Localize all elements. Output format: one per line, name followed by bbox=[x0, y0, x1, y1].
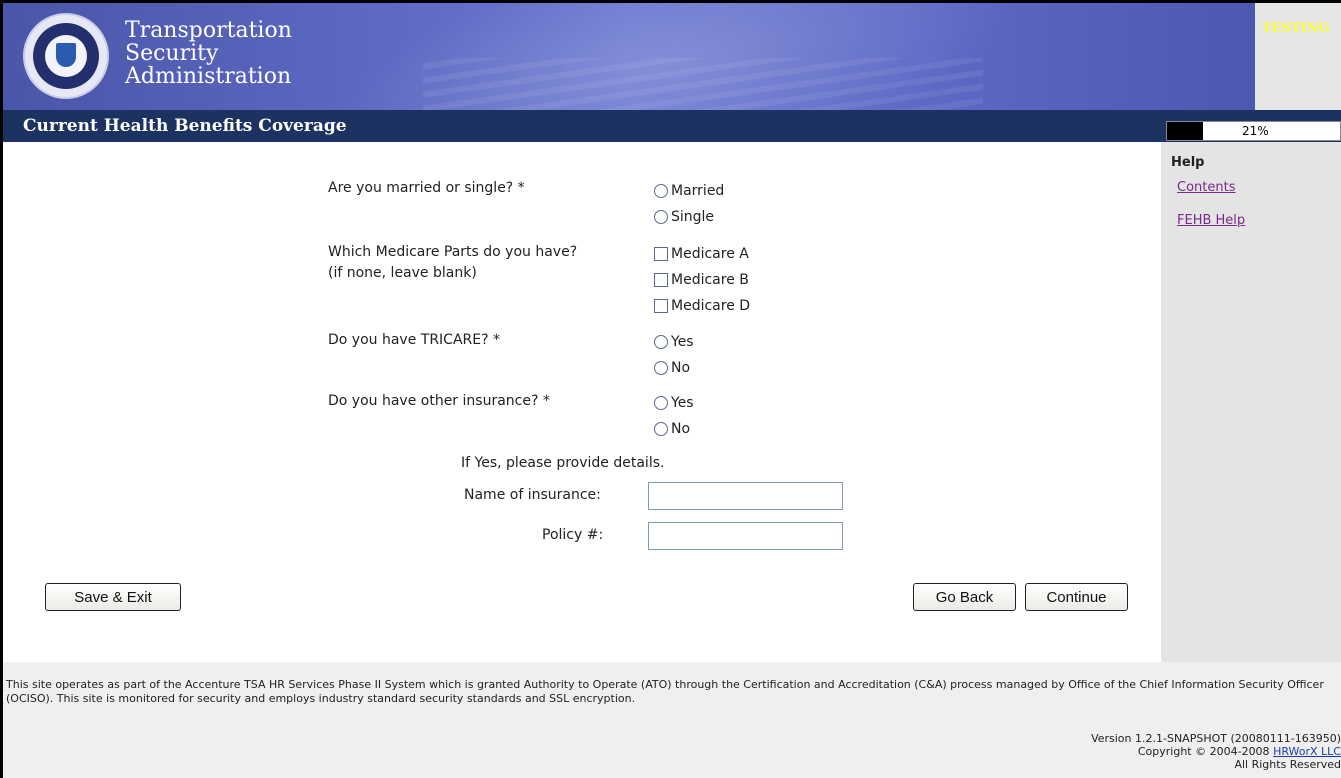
tricare-yes-radio[interactable] bbox=[654, 335, 668, 349]
policy-number-label: Policy #: bbox=[542, 527, 604, 543]
continue-button[interactable]: Continue bbox=[1025, 583, 1128, 611]
footer-version-info: Version 1.2.1-SNAPSHOT (20080111-163950)… bbox=[1091, 732, 1341, 771]
tricare-yes-label: Yes bbox=[671, 334, 694, 350]
copyright-prefix: Copyright © 2004-2008 bbox=[1137, 745, 1274, 758]
footer-security-notice: This site operates as part of the Accent… bbox=[6, 678, 1324, 705]
save-exit-button[interactable]: Save & Exit bbox=[45, 583, 181, 611]
other-insurance-question: Do you have other insurance? * bbox=[328, 393, 550, 409]
medicare-a-label: Medicare A bbox=[671, 246, 749, 262]
agency-name-line: Security bbox=[125, 41, 219, 66]
insurance-name-input[interactable] bbox=[648, 482, 843, 510]
go-back-button[interactable]: Go Back bbox=[913, 583, 1016, 611]
help-link-contents[interactable]: Contents bbox=[1177, 180, 1235, 195]
insurance-name-label: Name of insurance: bbox=[464, 487, 601, 503]
other-insurance-no-label: No bbox=[671, 421, 691, 437]
tricare-question: Do you have TRICARE? * bbox=[328, 332, 500, 348]
other-insurance-no-option[interactable]: No bbox=[654, 421, 690, 437]
medicare-question: Which Medicare Parts do you have? bbox=[328, 244, 578, 260]
medicare-a-checkbox[interactable] bbox=[654, 247, 668, 261]
tricare-no-label: No bbox=[671, 360, 691, 376]
footer: This site operates as part of the Accent… bbox=[3, 662, 1341, 778]
medicare-d-checkbox[interactable] bbox=[654, 299, 668, 313]
medicare-b-checkbox[interactable] bbox=[654, 273, 668, 287]
progress-bar: 21% bbox=[1166, 121, 1341, 141]
banner-flag-stripes bbox=[423, 58, 983, 110]
environment-column bbox=[1255, 3, 1341, 110]
details-prompt: If Yes, please provide details. bbox=[461, 455, 665, 471]
help-heading: Help bbox=[1171, 155, 1205, 170]
agency-name-line: Transportation bbox=[125, 18, 292, 43]
agency-name-line: Administration bbox=[125, 64, 292, 89]
married-option[interactable]: Married bbox=[654, 183, 724, 199]
hrworx-link[interactable]: HRWorX LLC bbox=[1273, 745, 1341, 758]
single-option[interactable]: Single bbox=[654, 209, 714, 225]
single-radio[interactable] bbox=[654, 210, 668, 224]
marital-question: Are you married or single? * bbox=[328, 180, 525, 196]
copyright-text: Copyright © 2004-2008 HRWorX LLC bbox=[1091, 745, 1341, 758]
page-title-bar: Current Health Benefits Coverage bbox=[3, 110, 1341, 142]
help-sidebar: Help Contents FEHB Help bbox=[1161, 142, 1341, 662]
rights-text: All Rights Reserved bbox=[1234, 758, 1341, 771]
medicare-b-label: Medicare B bbox=[671, 272, 749, 288]
medicare-hint: (if none, leave blank) bbox=[328, 265, 477, 281]
medicare-d-label: Medicare D bbox=[671, 298, 751, 314]
tricare-no-radio[interactable] bbox=[654, 361, 668, 375]
help-link-fehb[interactable]: FEHB Help bbox=[1177, 213, 1245, 228]
page-title: Current Health Benefits Coverage bbox=[23, 116, 347, 136]
single-label: Single bbox=[671, 209, 715, 225]
dhs-seal-logo bbox=[23, 13, 109, 99]
tricare-yes-option[interactable]: Yes bbox=[654, 334, 694, 350]
page-frame: Transportation Security Administration T… bbox=[0, 0, 1341, 778]
version-text: Version 1.2.1-SNAPSHOT (20080111-163950) bbox=[1091, 732, 1341, 745]
medicare-b-option[interactable]: Medicare B bbox=[654, 272, 749, 288]
agency-name: Transportation Security Administration bbox=[125, 19, 292, 88]
progress-text: 21% bbox=[1242, 124, 1269, 138]
other-insurance-yes-option[interactable]: Yes bbox=[654, 395, 694, 411]
married-radio[interactable] bbox=[654, 184, 668, 198]
other-insurance-yes-label: Yes bbox=[671, 395, 694, 411]
other-insurance-yes-radio[interactable] bbox=[654, 396, 668, 410]
medicare-a-option[interactable]: Medicare A bbox=[654, 246, 749, 262]
environment-badge: TESTING bbox=[1262, 21, 1330, 36]
medicare-d-option[interactable]: Medicare D bbox=[654, 298, 750, 314]
married-label: Married bbox=[671, 183, 725, 199]
other-insurance-no-radio[interactable] bbox=[654, 422, 668, 436]
header-banner: Transportation Security Administration bbox=[3, 3, 1255, 110]
policy-number-input[interactable] bbox=[648, 522, 843, 550]
tricare-no-option[interactable]: No bbox=[654, 360, 690, 376]
progress-fill bbox=[1167, 122, 1204, 140]
